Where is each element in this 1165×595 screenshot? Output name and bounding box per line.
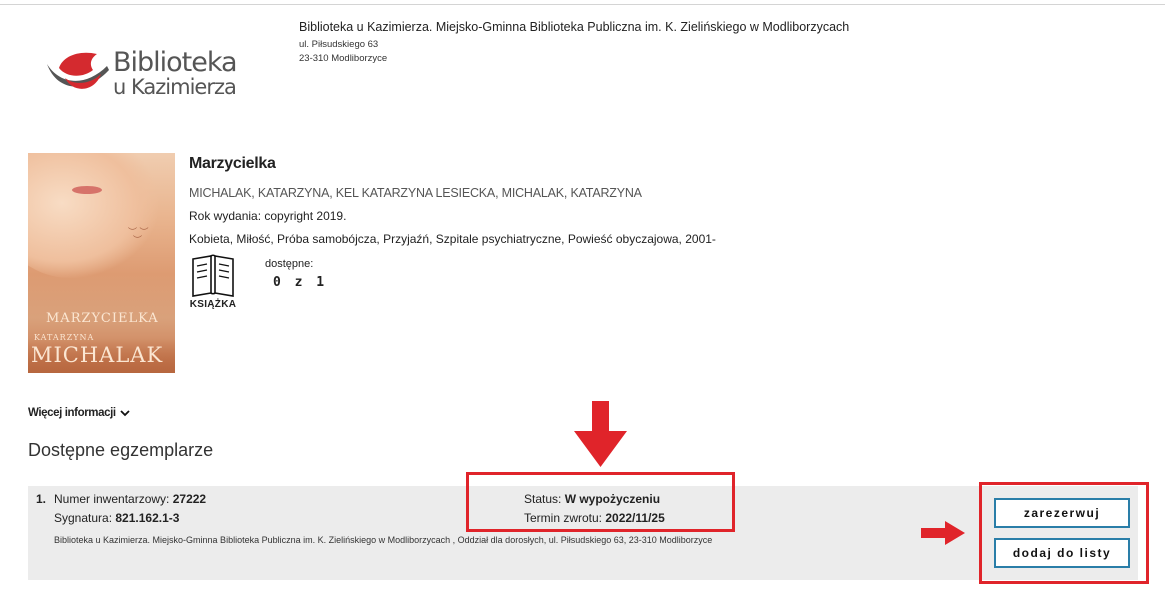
signature-value: 821.162.1-3: [115, 511, 180, 525]
logo-line1: Biblioteka: [113, 47, 238, 78]
book-cover[interactable]: ︶ ︶ ︶ MARZYCIELKA KATARZYNA MICHALAK: [28, 153, 175, 373]
availability-label: dostępne:: [265, 258, 314, 270]
copies-heading: Dostępne egzemplarze: [28, 440, 214, 460]
arrow-down-icon: [574, 401, 627, 467]
open-book-icon: [192, 254, 234, 297]
inventory-number: Numer inwentarzowy: 27222: [54, 492, 207, 506]
library-address: ul. Piłsudskiego 63 23-310 Modliborzyce: [299, 38, 849, 66]
material-type-label: KSIĄŻKA: [189, 299, 237, 310]
availability-count: 0 z 1: [273, 275, 328, 290]
book-authors[interactable]: MICHALAK, KATARZYNA, KEL KATARZYNA LESIE…: [189, 186, 642, 200]
cover-title: MARZYCIELKA: [46, 311, 159, 326]
library-logo[interactable]: Biblioteka u Kazimierza: [45, 48, 260, 100]
material-type: KSIĄŻKA: [189, 253, 237, 310]
more-info-label: Więcej informacji: [28, 407, 116, 419]
copy-number: 1.: [36, 492, 47, 506]
status-highlight-box: [466, 472, 735, 532]
actions-highlight-box: [979, 482, 1149, 584]
logo-emblem-icon: [47, 52, 109, 89]
signature: Sygnatura: 821.162.1-3: [54, 511, 180, 525]
logo-wordmark: Biblioteka u Kazimierza: [113, 47, 238, 99]
library-info: Biblioteka u Kazimierza. Miejsko-Gminna …: [299, 20, 849, 66]
top-divider: [0, 4, 1165, 5]
library-name: Biblioteka u Kazimierza. Miejsko-Gminna …: [299, 20, 850, 34]
cover-author-last: MICHALAK: [31, 343, 164, 367]
inventory-value: 27222: [172, 492, 207, 506]
availability: dostępne: 0 z 1: [265, 258, 327, 290]
copy-location: Biblioteka u Kazimierza. Miejsko-Gminna …: [54, 535, 713, 545]
book-subjects[interactable]: Kobieta, Miłość, Próba samobójcza, Przyj…: [189, 232, 716, 246]
book-year: Rok wydania: copyright 2019.: [189, 209, 347, 223]
chevron-down-icon: [120, 410, 131, 417]
library-city: 23-310 Modliborzyce: [299, 53, 388, 64]
book-title[interactable]: Marzycielka: [189, 155, 276, 173]
more-info-toggle[interactable]: Więcej informacji: [28, 407, 131, 419]
cover-author-first: KATARZYNA: [34, 333, 95, 342]
logo-line2: u Kazimierza: [113, 75, 237, 99]
arrow-right-icon: [921, 521, 965, 545]
library-street: ul. Piłsudskiego 63: [299, 39, 379, 50]
